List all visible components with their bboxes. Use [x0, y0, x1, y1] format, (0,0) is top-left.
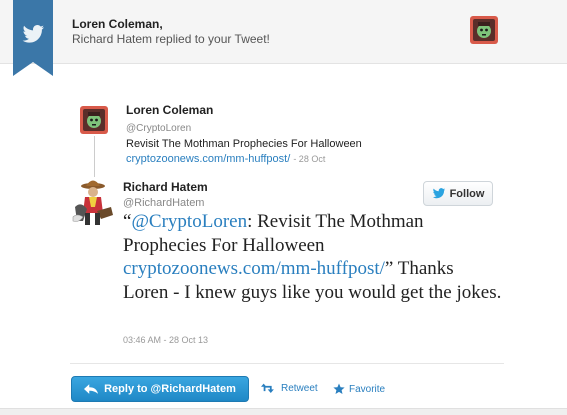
follow-button[interactable]: Follow: [423, 181, 493, 206]
richard-avatar[interactable]: [71, 177, 115, 227]
loren-avatar[interactable]: [80, 106, 108, 134]
header-avatar[interactable]: [470, 16, 498, 44]
twitter-bird-icon: [432, 188, 445, 199]
reply-arrow-icon: [84, 384, 99, 394]
reply-button[interactable]: Reply to @RichardHatem: [71, 376, 249, 402]
reply-author-handle[interactable]: @RichardHatem: [123, 197, 204, 209]
retweet-label: Retweet: [281, 383, 318, 394]
original-tweet-link[interactable]: cryptozoonews.com/mm-huffpost/: [126, 153, 290, 165]
follow-button-label: Follow: [449, 187, 485, 200]
favorite-button[interactable]: Favorite: [333, 383, 385, 395]
divider: [70, 363, 504, 364]
reply-author-name[interactable]: Richard Hatem: [123, 180, 208, 194]
retweet-button[interactable]: Retweet: [261, 383, 318, 394]
original-tweet-time[interactable]: - 28 Oct: [293, 154, 325, 164]
notification-subtitle: Richard Hatem replied to your Tweet!: [72, 32, 270, 46]
original-tweet-text: Revisit The Mothman Prophecies For Hallo…: [126, 138, 362, 150]
original-tweet-meta: cryptozoonews.com/mm-huffpost/ - 28 Oct: [126, 153, 325, 165]
notification-title: Loren Coleman,: [72, 17, 163, 31]
reply-tweet-text: “@CryptoLoren: Revisit The Mothman Proph…: [123, 210, 503, 304]
star-icon: [333, 383, 345, 394]
retweet-icon: [261, 383, 274, 393]
reply-timestamp[interactable]: 03:46 AM - 28 Oct 13: [123, 335, 208, 345]
footer-band: [0, 408, 567, 415]
notification-header: Loren Coleman, Richard Hatem replied to …: [0, 0, 567, 64]
reply-tweet-link[interactable]: cryptozoonews.com/mm-huffpost/: [123, 258, 385, 279]
reply-button-label: Reply to @RichardHatem: [104, 383, 236, 395]
favorite-label: Favorite: [349, 383, 386, 395]
thread-connector: [94, 136, 95, 178]
twitter-ribbon: [13, 0, 53, 76]
original-author-handle[interactable]: @CryptoLoren: [126, 123, 191, 134]
mention-link[interactable]: @CryptoLoren: [131, 211, 247, 232]
original-author-name[interactable]: Loren Coleman: [126, 103, 213, 117]
